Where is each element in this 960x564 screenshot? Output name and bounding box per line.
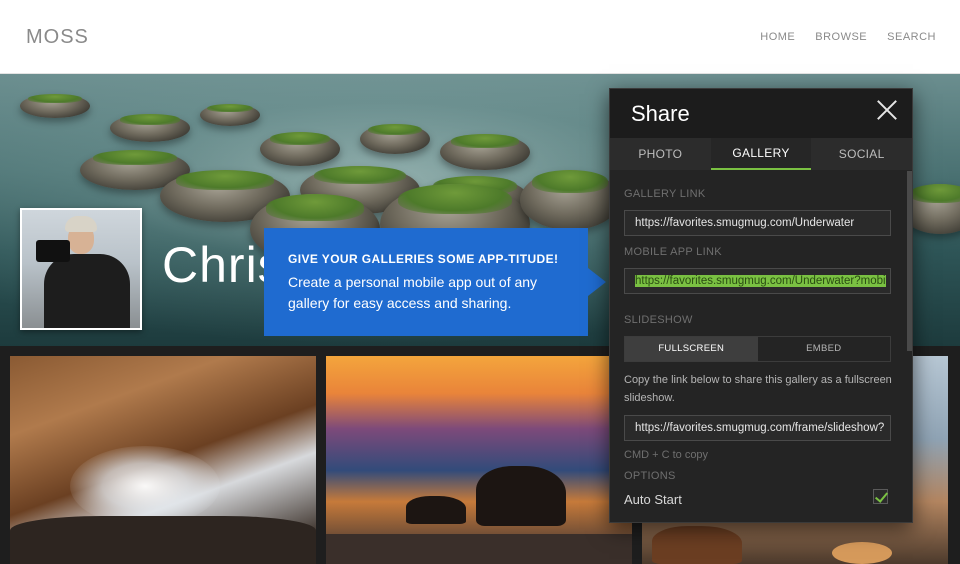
boulder [520,170,620,230]
gallery-link-field[interactable]: https://favorites.smugmug.com/Underwater [624,210,891,236]
gallery-link-label: GALLERY LINK [624,188,706,200]
slideshow-mode-toggle: FULLSCREEN EMBED [624,336,891,362]
rock [10,516,316,564]
boulder [110,114,190,142]
boulder [200,104,260,126]
slideshow-description: Copy the link below to share this galler… [624,374,892,404]
nav-browse[interactable]: BROWSE [815,31,867,43]
embed-button[interactable]: EMBED [758,337,891,361]
boulder [260,132,340,166]
selected-link-text: https://favorites.smugmug.com/Underwater… [635,275,886,287]
camera-icon [36,240,70,262]
tooltip-text: Create a personal mobile app out of any … [288,274,538,311]
avatar-photo [22,210,140,328]
beach [326,534,632,564]
tab-photo[interactable]: PHOTO [610,138,711,170]
fullscreen-button[interactable]: FULLSCREEN [625,337,758,361]
tab-gallery[interactable]: GALLERY [710,138,812,170]
auto-start-label: Auto Start [624,492,682,507]
boulder [440,134,530,170]
tab-social[interactable]: SOCIAL [811,138,912,170]
avatar-body [44,254,130,328]
wave-spray [70,446,220,526]
mobile-app-link-label: MOBILE APP LINK [624,246,722,258]
profile-avatar[interactable] [20,208,142,330]
slideshow-link-field[interactable]: https://favorites.smugmug.com/frame/slid… [624,415,891,441]
sea-stack [476,466,566,526]
boulder [20,94,90,118]
share-body: GALLERY LINK https://favorites.smugmug.c… [610,188,912,509]
share-panel: Share PHOTO GALLERY SOCIAL GALLERY LINK … [609,88,913,523]
auto-start-option: Auto Start [624,489,892,509]
close-icon[interactable] [876,99,898,121]
avatar-hat [65,216,97,232]
site-logo[interactable]: MOSS [26,26,89,49]
sea-stack [406,496,466,524]
page: MOSS HOME BROWSE SEARCH Chris GIVE YOUR … [0,0,960,564]
share-tabs: PHOTO GALLERY SOCIAL [610,138,912,170]
boulder [360,124,430,154]
gallery-photo-sunset-rocks[interactable] [326,356,632,564]
app-promo-tooltip: GIVE YOUR GALLERIES SOME APP-TITUDE! Cre… [264,228,606,336]
main-nav: HOME BROWSE SEARCH [760,31,936,43]
copy-hint: CMD + C to copy [624,449,709,461]
mobile-app-link-field[interactable]: https://favorites.smugmug.com/Underwater… [624,268,891,294]
auto-start-checkbox[interactable] [873,489,888,504]
site-header: MOSS HOME BROWSE SEARCH [0,0,960,74]
nav-home[interactable]: HOME [760,31,795,43]
nav-search[interactable]: SEARCH [887,31,936,43]
rock [652,526,742,564]
rock [832,542,892,564]
share-title: Share [631,101,690,126]
share-header: Share [610,89,912,138]
options-label: OPTIONS [624,470,676,482]
slideshow-label: SLIDESHOW [624,314,693,326]
tooltip-title: GIVE YOUR GALLERIES SOME APP-TITUDE! [288,252,559,266]
gallery-photo-sea-cave[interactable] [10,356,316,564]
